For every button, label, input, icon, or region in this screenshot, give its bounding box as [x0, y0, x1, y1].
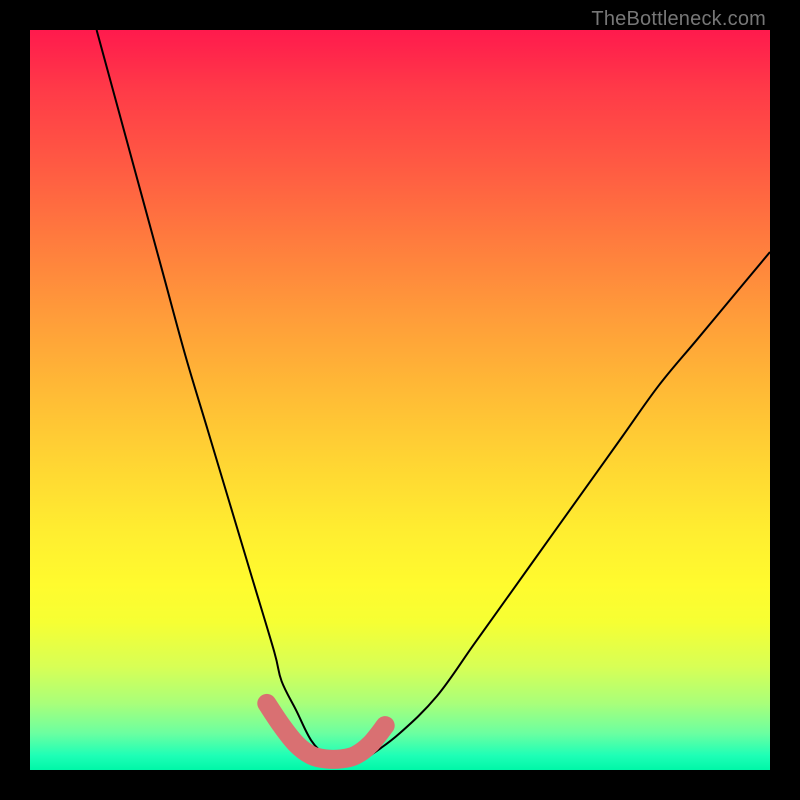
- optimal-zone-arc: [267, 703, 385, 759]
- watermark-text: TheBottleneck.com: [591, 8, 766, 31]
- chart-plot-area: [30, 30, 770, 770]
- chart-frame: TheBottleneck.com: [0, 0, 800, 800]
- chart-svg: [30, 30, 770, 770]
- bottleneck-curve: [97, 30, 770, 764]
